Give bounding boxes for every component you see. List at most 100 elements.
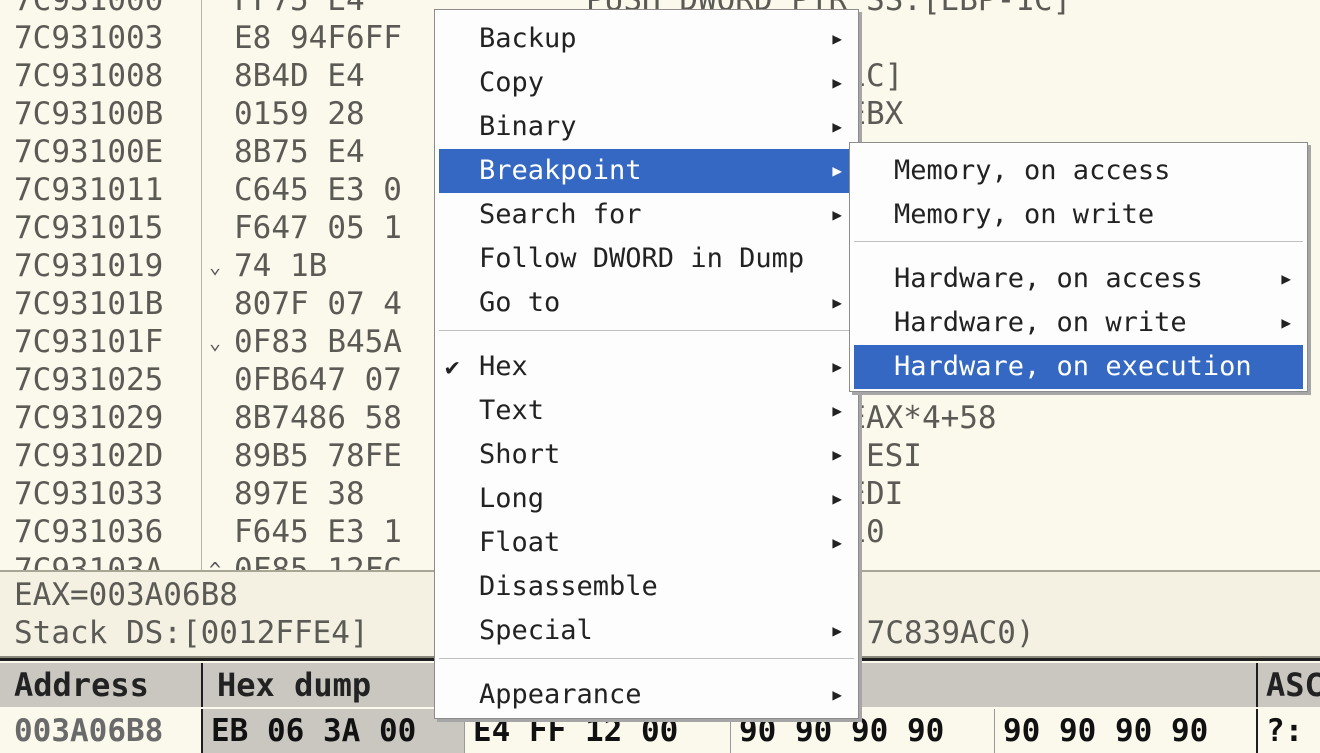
context-menu: Backup ▶ Copy ▶ Binary ▶ Breakpoint ▶ Search for… — [434, 9, 859, 719]
disasm-hex: 8B7486 58 — [234, 400, 402, 436]
disasm-hex: 0159 28 — [234, 96, 365, 132]
jump-arrow-icon: ⌄ — [209, 330, 222, 354]
menu-item-label: Binary — [479, 111, 577, 142]
disasm-hex: E8 94F6FF — [234, 20, 402, 56]
submenu-arrow-icon: ▶ — [832, 293, 842, 312]
disasm-hex: 0F85 12FC — [234, 552, 402, 570]
disasm-address: 7C931000 — [14, 0, 164, 18]
menu-item-label: Hardware, on execution — [894, 351, 1252, 382]
menu-item-label: Hardware, on access — [894, 263, 1203, 294]
submenu-arrow-icon: ▶ — [1281, 269, 1291, 288]
disasm-hex: 89B5 78FE — [234, 438, 402, 474]
submenu-arrow-icon: ▶ — [832, 73, 842, 92]
menu-item-copy[interactable]: Copy ▶ — [439, 61, 854, 105]
menu-item-float[interactable]: Float ▶ — [439, 521, 854, 565]
menu-item-backup[interactable]: Backup ▶ — [439, 17, 854, 61]
submenu-item-memory-on-write[interactable]: Memory, on write — [854, 193, 1303, 237]
menu-item-label: Hardware, on write — [894, 307, 1187, 338]
dump-hex-group[interactable]: EB 06 3A 00 — [203, 709, 465, 753]
disasm-address: 7C93100E — [14, 134, 164, 170]
dump-ascii-cell[interactable]: ?: — [1258, 709, 1320, 753]
menu-item-label: Backup — [479, 23, 577, 54]
disasm-hex: F647 05 1 — [234, 210, 402, 246]
menu-item-label: Memory, on access — [894, 155, 1171, 186]
menu-separator — [854, 241, 1303, 245]
menu-item-label: Long — [479, 483, 545, 514]
jump-arrow-icon: ⌄ — [209, 254, 222, 278]
disasm-hex: 807F 07 4 — [234, 286, 402, 322]
menu-item-text[interactable]: Text ▶ — [439, 389, 854, 433]
submenu-item-memory-on-access[interactable]: Memory, on access — [854, 149, 1303, 193]
checkmark-icon: ✔ — [445, 353, 460, 381]
disasm-address: 7C931029 — [14, 400, 164, 436]
menu-item-short[interactable]: Short ▶ — [439, 433, 854, 477]
disasm-hex: FF75 E4 — [234, 0, 365, 18]
menu-item-label: Breakpoint — [479, 155, 642, 186]
menu-item-label: Follow DWORD in Dump — [479, 243, 805, 274]
submenu-arrow-icon: ▶ — [832, 29, 842, 48]
jump-arrow-icon: ^ — [209, 558, 222, 570]
menu-item-label: Appearance — [479, 679, 642, 710]
menu-separator — [439, 658, 854, 662]
ascii-column-header[interactable]: ASC — [1258, 663, 1320, 707]
menu-item-label: Float — [479, 527, 561, 558]
menu-separator — [439, 330, 854, 334]
disasm-address: 7C93101B — [14, 286, 164, 322]
menu-item-breakpoint[interactable]: Breakpoint ▶ — [439, 149, 854, 193]
disasm-address: 7C931025 — [14, 362, 164, 398]
menu-item-label: Copy — [479, 67, 545, 98]
disasm-address: 7C93103A — [14, 552, 164, 570]
submenu-arrow-icon: ▶ — [832, 685, 842, 704]
disasm-hex: 0F83 B45A — [234, 324, 402, 360]
register-info: EAX=003A06B8 — [14, 577, 238, 613]
dump-hex-group[interactable]: 90 90 90 90 — [995, 709, 1258, 753]
disasm-hex: 0FB647 07 — [234, 362, 402, 398]
menu-item-label: Search for — [479, 199, 642, 230]
dump-address-cell[interactable]: 003A06B8 — [0, 709, 203, 753]
submenu-arrow-icon: ▶ — [832, 489, 842, 508]
stack-info-tail: .7C839AC0) — [848, 615, 1035, 651]
submenu-arrow-icon: ▶ — [832, 161, 842, 180]
disasm-hex: 8B4D E4 — [234, 58, 365, 94]
disasm-address: 7C931003 — [14, 20, 164, 56]
submenu-item-hardware-on-execution[interactable]: Hardware, on execution — [854, 345, 1303, 389]
submenu-item-hardware-on-write[interactable]: Hardware, on write ▶ — [854, 301, 1303, 345]
submenu-arrow-icon: ▶ — [832, 533, 842, 552]
submenu-arrow-icon: ▶ — [832, 401, 842, 420]
menu-item-long[interactable]: Long ▶ — [439, 477, 854, 521]
disasm-address: 7C93100B — [14, 96, 164, 132]
disasm-hex: C645 E3 0 — [234, 172, 402, 208]
menu-item-go-to[interactable]: Go to ▶ — [439, 281, 854, 325]
menu-item-label: Disassemble — [479, 571, 658, 602]
menu-item-appearance[interactable]: Appearance ▶ — [439, 673, 854, 717]
menu-item-disassemble[interactable]: Disassemble — [439, 565, 854, 609]
menu-item-label: Special — [479, 615, 593, 646]
disasm-address: 7C93101F — [14, 324, 164, 360]
submenu-item-hardware-on-access[interactable]: Hardware, on access ▶ — [854, 257, 1303, 301]
menu-item-binary[interactable]: Binary ▶ — [439, 105, 854, 149]
menu-item-search-for[interactable]: Search for ▶ — [439, 193, 854, 237]
menu-item-label: Text — [479, 395, 545, 426]
disasm-address: 7C931019 — [14, 248, 164, 284]
menu-item-label: Hex — [479, 351, 528, 382]
menu-item-follow-dword-in-dump[interactable]: Follow DWORD in Dump — [439, 237, 854, 281]
disasm-address: 7C931033 — [14, 476, 164, 512]
disasm-hex: 74 1B — [234, 248, 328, 284]
submenu-arrow-icon: ▶ — [832, 205, 842, 224]
stack-info: Stack DS:[0012FFE4] — [14, 615, 369, 651]
disasm-hex: 8B75 E4 — [234, 134, 365, 170]
submenu-arrow-icon: ▶ — [832, 357, 842, 376]
address-column-header[interactable]: Address — [0, 663, 203, 707]
menu-item-label: Memory, on write — [894, 199, 1155, 230]
menu-item-label: Short — [479, 439, 561, 470]
disasm-address: 7C93102D — [14, 438, 164, 474]
menu-item-special[interactable]: Special ▶ — [439, 609, 854, 653]
menu-item-hex[interactable]: ✔ Hex ▶ — [439, 345, 854, 389]
disasm-hex: F645 E3 1 — [234, 514, 402, 550]
disasm-hex: 897E 38 — [234, 476, 365, 512]
submenu-arrow-icon: ▶ — [832, 117, 842, 136]
submenu-arrow-icon: ▶ — [832, 445, 842, 464]
disasm-address: 7C931015 — [14, 210, 164, 246]
menu-item-label: Go to — [479, 287, 561, 318]
submenu-arrow-icon: ▶ — [1281, 313, 1291, 332]
